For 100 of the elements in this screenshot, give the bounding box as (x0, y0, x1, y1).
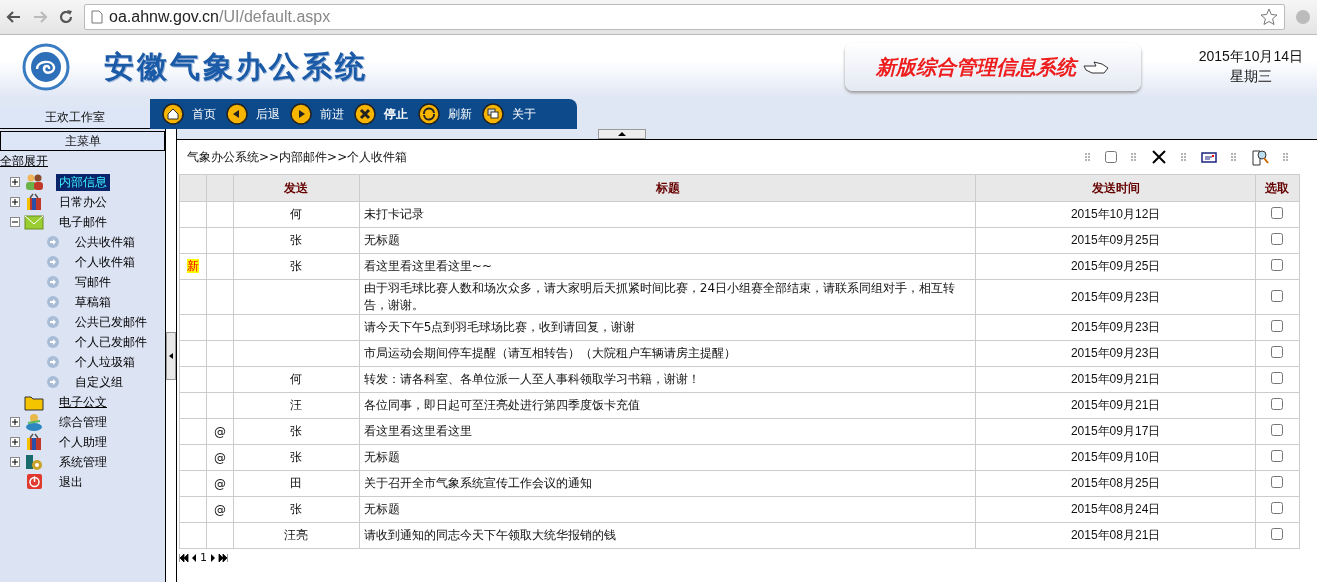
tree-item[interactable]: 系统管理 (56, 453, 110, 471)
arrow-bullet-icon (46, 335, 60, 349)
date-cell: 2015年08月24日 (975, 496, 1256, 523)
grip-icon (1131, 152, 1137, 162)
page-number: 1 (200, 551, 207, 564)
row-checkbox[interactable] (1271, 476, 1284, 488)
tools-icon (24, 453, 44, 471)
tree-item[interactable]: 日常办公 (56, 193, 110, 211)
star-icon[interactable] (1260, 8, 1278, 26)
select-all-checkbox[interactable] (1105, 151, 1117, 163)
sender-cell: 何 (233, 201, 360, 228)
tree-item[interactable]: 个人已发邮件 (72, 333, 150, 351)
sender-cell: 张 (233, 227, 360, 254)
subject-link[interactable]: 由于羽毛球比赛人数和场次众多，请大家明后天抓紧时间比赛，24日小组赛全部结束，请联系同组对手，相互转告，谢谢。 (359, 279, 976, 315)
tree-item[interactable]: 公共收件箱 (72, 233, 138, 251)
row-checkbox[interactable] (1271, 289, 1284, 302)
back-icon[interactable] (6, 9, 22, 25)
expand-icon[interactable] (10, 417, 20, 427)
row-checkbox[interactable] (1271, 233, 1284, 245)
prev-page-icon[interactable] (192, 553, 197, 562)
first-page-icon[interactable] (179, 553, 189, 562)
row-checkbox[interactable] (1271, 259, 1284, 271)
row-checkbox[interactable] (1271, 320, 1284, 332)
row-checkbox[interactable] (1271, 424, 1284, 436)
subject-link[interactable]: 看这里看这里看这里 (359, 418, 976, 445)
url-host: oa.ahnw.gov.cn (109, 8, 219, 25)
collapse-sidebar-button[interactable] (166, 331, 176, 380)
subject-link[interactable]: 无标题 (359, 496, 976, 523)
subject-link[interactable]: 看这里看这里看这里~~ (359, 253, 976, 280)
nav-button[interactable]: 刷新 (418, 103, 472, 125)
subject-link[interactable]: 请收到通知的同志今天下午领取大统华报销的钱 (359, 522, 976, 549)
arrow-bullet-icon (46, 355, 60, 369)
date-cell: 2015年09月23日 (975, 314, 1256, 341)
search-document-icon[interactable] (1251, 148, 1269, 166)
date-text: 2015年10月14日 (1198, 48, 1303, 66)
subject-link[interactable]: 请今天下午5点到羽毛球场比赛，收到请回复，谢谢 (359, 314, 976, 341)
date-cell: 2015年09月25日 (975, 253, 1256, 280)
last-page-icon[interactable] (218, 553, 228, 562)
address-bar[interactable]: oa.ahnw.gov.cn/UI/default.aspx (84, 4, 1285, 30)
attachment-mark: @ (206, 444, 234, 471)
tree-item[interactable]: 电子公文 (56, 393, 110, 411)
row-checkbox[interactable] (1271, 450, 1284, 462)
tree-item[interactable]: 写邮件 (72, 273, 114, 291)
nav-button[interactable]: 后退 (226, 103, 280, 125)
date-cell: 2015年09月21日 (975, 366, 1256, 393)
tree-item[interactable]: 综合管理 (56, 413, 110, 431)
tree-item[interactable]: 草稿箱 (72, 293, 114, 311)
collapse-header-button[interactable] (598, 129, 646, 139)
row-checkbox[interactable] (1271, 528, 1284, 540)
collapse-icon[interactable] (10, 217, 20, 227)
row-checkbox[interactable] (1271, 398, 1284, 410)
tree-item[interactable]: 内部信息 (56, 173, 110, 191)
envelope-icon[interactable] (1201, 151, 1217, 163)
row-checkbox[interactable] (1271, 372, 1284, 384)
nav-button[interactable]: 停止 (354, 103, 408, 125)
next-page-icon[interactable] (210, 553, 215, 562)
tree-item[interactable]: 自定义组 (72, 373, 126, 391)
delete-icon[interactable] (1151, 150, 1167, 164)
expand-all-link[interactable]: 全部展开 (0, 151, 165, 172)
app-title: 安徽气象办公系统 (104, 47, 368, 86)
sender-cell: 何 (233, 366, 360, 393)
reload-icon[interactable] (58, 9, 74, 25)
sender-cell: 汪亮 (233, 522, 360, 549)
subject-link[interactable]: 关于召开全市气象系统宣传工作会议的通知 (359, 470, 976, 497)
nav-button[interactable]: 前进 (290, 103, 344, 125)
grip-icon (1181, 152, 1187, 162)
row-checkbox[interactable] (1271, 346, 1284, 358)
expand-icon[interactable] (10, 457, 20, 467)
arrow-bullet-icon (46, 295, 60, 309)
envelope-icon (24, 213, 44, 231)
nav-button[interactable]: 首页 (162, 103, 216, 125)
arrow-bullet-icon (46, 375, 60, 389)
tree-item[interactable]: 公共已发邮件 (72, 313, 150, 331)
sender-cell: 汪 (233, 392, 360, 419)
nav-button[interactable]: 关于 (482, 103, 536, 125)
tree-item[interactable]: 电子邮件 (56, 213, 110, 231)
date-cell: 2015年09月21日 (975, 392, 1256, 419)
person-icon (24, 413, 44, 431)
new-system-banner[interactable]: 新版综合管理信息系统 (844, 43, 1141, 91)
arrow-bullet-icon (46, 315, 60, 329)
subject-link[interactable]: 无标题 (359, 444, 976, 471)
tree-item[interactable]: 个人垃圾箱 (72, 353, 138, 371)
gift-icon (24, 433, 44, 451)
row-checkbox[interactable] (1271, 207, 1284, 219)
tree-item[interactable]: 退出 (56, 473, 86, 491)
tree-item[interactable]: 个人助理 (56, 433, 110, 451)
sidebar-title: 主菜单 (0, 131, 165, 151)
column-header: 标题 (359, 174, 976, 202)
tree-item[interactable]: 个人收件箱 (72, 253, 138, 271)
expand-icon[interactable] (10, 197, 20, 207)
row-checkbox[interactable] (1271, 502, 1284, 514)
expand-icon[interactable] (10, 177, 20, 187)
attachment-mark: @ (206, 496, 234, 523)
subject-link[interactable]: 市局运动会期间停车提醒（请互相转告）（大院租户车辆请房主提醒） (359, 340, 976, 367)
subject-link[interactable]: 无标题 (359, 227, 976, 254)
expand-icon[interactable] (10, 437, 20, 447)
subject-link[interactable]: 各位同事，即日起可至汪亮处进行第四季度饭卡充值 (359, 392, 976, 419)
subject-link[interactable]: 转发：请各科室、各单位派一人至人事科领取学习书籍，谢谢！ (359, 366, 976, 393)
date-cell: 2015年09月23日 (975, 279, 1256, 315)
subject-link[interactable]: 未打卡记录 (359, 201, 976, 228)
